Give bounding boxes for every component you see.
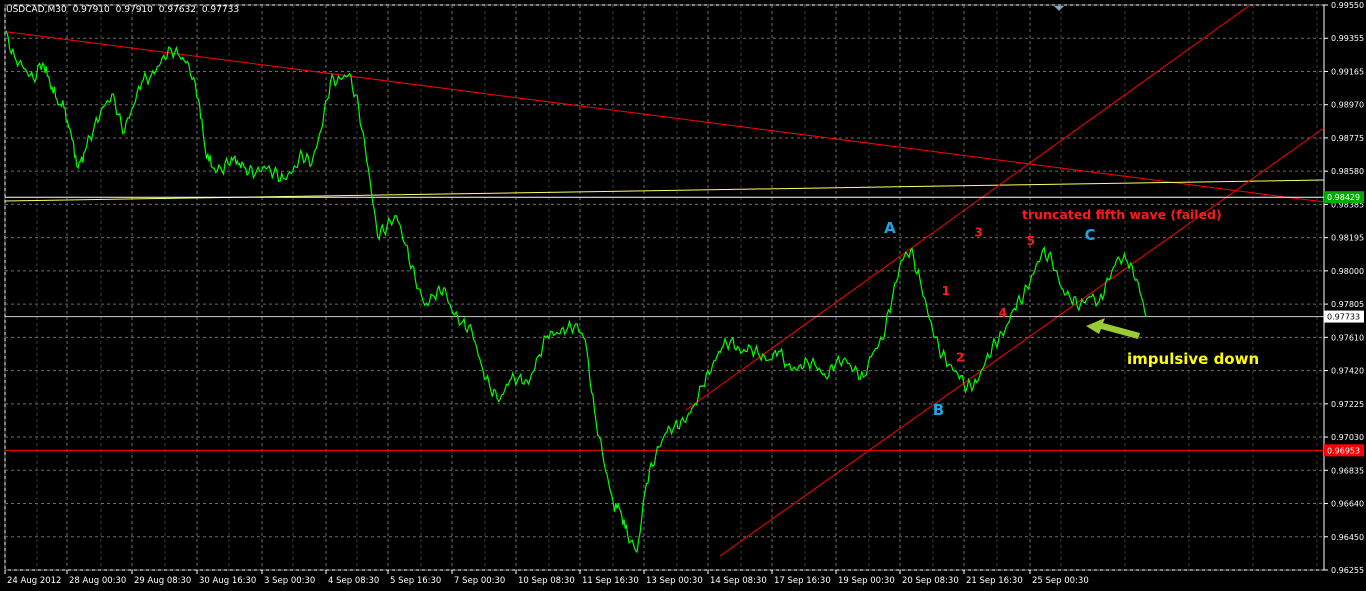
annotation-truncated-fifth: truncated fifth wave (failed): [1022, 207, 1222, 222]
channel-lower-line: [719, 127, 1325, 557]
price-tag-label-red-level: 0.96953: [1327, 446, 1360, 455]
y-tick-label: 0.98775: [1331, 134, 1364, 143]
x-tick-label: 7 Sep 00:30: [454, 576, 505, 586]
annotation-impulsive-down: impulsive down: [1127, 350, 1259, 368]
x-tick-label: 20 Sep 08:30: [902, 576, 959, 586]
x-tick-label: 25 Sep 00:30: [1032, 576, 1089, 586]
x-tick-label: 4 Sep 08:30: [328, 576, 379, 586]
trendline-support: [4, 179, 1325, 202]
chart-window[interactable]: USDCAD,M30 0.97910 0.97910 0.97632 0.977…: [0, 0, 1366, 591]
y-tick-label: 0.98195: [1331, 234, 1364, 243]
x-tick-label: 14 Sep 08:30: [710, 576, 767, 586]
y-tick-label: 0.97805: [1331, 300, 1364, 309]
y-tick-label: 0.96640: [1331, 500, 1364, 509]
price-tag-label-support: 0.98429: [1327, 193, 1360, 202]
wave-label-2: 2: [956, 351, 964, 365]
y-tick-label: 0.96255: [1331, 566, 1364, 575]
wave-label-B: B: [933, 401, 944, 419]
x-tick-label: 11 Sep 16:30: [582, 576, 639, 586]
price-line-recent: [759, 246, 1147, 394]
wave-label-C: C: [1085, 226, 1096, 244]
wave-label-A: A: [884, 219, 896, 237]
x-tick-label: 5 Sep 16:30: [390, 576, 441, 586]
price-chart[interactable]: 0.99550 0.99355 0.99165 0.98970 0.98775 0.985…: [0, 0, 1366, 591]
wave-label-3: 3: [974, 225, 982, 239]
scroll-marker-icon[interactable]: [1054, 6, 1064, 11]
x-tick-label: 3 Sep 00:30: [264, 576, 315, 586]
y-tick-label: 0.99165: [1331, 67, 1364, 76]
plot-frame: [4, 4, 1325, 571]
x-tick-label: 13 Sep 00:30: [646, 576, 703, 586]
y-tick-label: 0.99550: [1331, 1, 1364, 10]
y-tick-label: 0.98970: [1331, 101, 1364, 110]
x-tick-label: 28 Aug 00:30: [69, 576, 126, 586]
price-line: [4, 30, 761, 554]
price-tag-label-current: 0.97733: [1327, 313, 1360, 322]
y-tick-label: 0.99355: [1331, 34, 1364, 43]
y-tick-label: 0.97610: [1331, 333, 1364, 342]
wave-label-1: 1: [942, 284, 950, 298]
x-tick-label: 17 Sep 16:30: [774, 576, 831, 586]
arrow-icon: [1086, 318, 1140, 339]
x-tick-label: 19 Sep 00:30: [838, 576, 895, 586]
y-tick-label: 0.98580: [1331, 167, 1364, 176]
x-tick-label: 21 Sep 16:30: [966, 576, 1023, 586]
x-tick-label: 30 Aug 16:30: [199, 576, 256, 586]
y-tick-label: 0.97420: [1331, 367, 1364, 376]
y-tick-label: 0.96835: [1331, 466, 1364, 475]
wave-label-4: 4: [999, 306, 1007, 320]
y-tick-label: 0.98000: [1331, 267, 1364, 276]
x-tick-label: 29 Aug 08:30: [134, 576, 191, 586]
y-tick-label: 0.96450: [1331, 533, 1364, 542]
y-tick-label: 0.97030: [1331, 433, 1364, 442]
wave-label-5: 5: [1027, 234, 1035, 248]
x-tick-label: 24 Aug 2012: [7, 576, 61, 586]
trendline-descending: [7, 31, 1325, 203]
x-tick-label: 10 Sep 08:30: [518, 576, 575, 586]
y-tick-label: 0.97225: [1331, 400, 1364, 409]
